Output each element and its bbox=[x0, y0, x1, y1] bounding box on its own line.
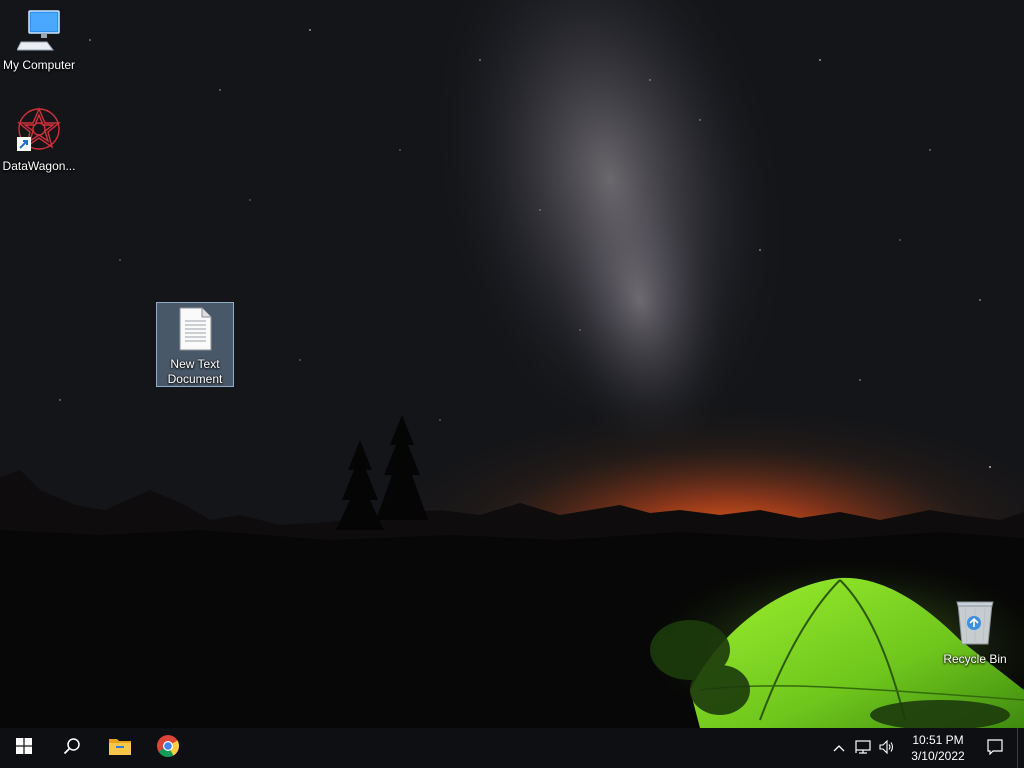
desktop-icon-new-text-document[interactable]: New Text Document bbox=[156, 302, 234, 387]
desktop-icon-label: New Text Document bbox=[167, 357, 223, 386]
desktop-wallpaper bbox=[0, 0, 1024, 728]
clock-time: 10:51 PM bbox=[912, 733, 964, 747]
show-desktop-button[interactable] bbox=[1017, 728, 1024, 768]
desktop-icon-label: Recycle Bin bbox=[943, 652, 1007, 666]
start-button[interactable] bbox=[0, 728, 48, 768]
clock[interactable]: 10:51 PM 3/10/2022 bbox=[903, 732, 973, 764]
chrome-button[interactable] bbox=[144, 728, 192, 768]
network-button[interactable] bbox=[851, 728, 875, 768]
windows-start-icon bbox=[16, 737, 32, 759]
desktop-icon-label: My Computer bbox=[2, 58, 76, 72]
system-tray: 10:51 PM 3/10/2022 bbox=[827, 728, 1024, 768]
recycle-bin-icon bbox=[936, 600, 1014, 650]
file-explorer-icon bbox=[109, 737, 131, 760]
volume-icon bbox=[879, 739, 895, 757]
desktop-icon-datawagon[interactable]: DataWagon... bbox=[0, 105, 78, 174]
text-document-icon bbox=[157, 307, 233, 355]
computer-icon bbox=[0, 8, 78, 56]
chevron-up-icon bbox=[833, 741, 845, 755]
volume-button[interactable] bbox=[875, 728, 899, 768]
search-button[interactable] bbox=[48, 728, 96, 768]
action-center-icon bbox=[987, 738, 1003, 758]
chrome-icon bbox=[156, 734, 180, 763]
desktop-icon-label: DataWagon... bbox=[2, 159, 76, 173]
desktop-icon-recycle-bin[interactable]: Recycle Bin bbox=[936, 600, 1014, 667]
desktop-icon-my-computer[interactable]: My Computer bbox=[0, 8, 78, 73]
clock-date: 3/10/2022 bbox=[911, 749, 965, 763]
file-explorer-button[interactable] bbox=[96, 728, 144, 768]
search-icon bbox=[63, 737, 81, 760]
action-center-button[interactable] bbox=[973, 728, 1017, 768]
show-hidden-icons-button[interactable] bbox=[827, 728, 851, 768]
taskbar: 10:51 PM 3/10/2022 bbox=[0, 728, 1024, 768]
network-icon bbox=[855, 739, 871, 757]
datawagon-shortcut-icon bbox=[0, 105, 78, 157]
